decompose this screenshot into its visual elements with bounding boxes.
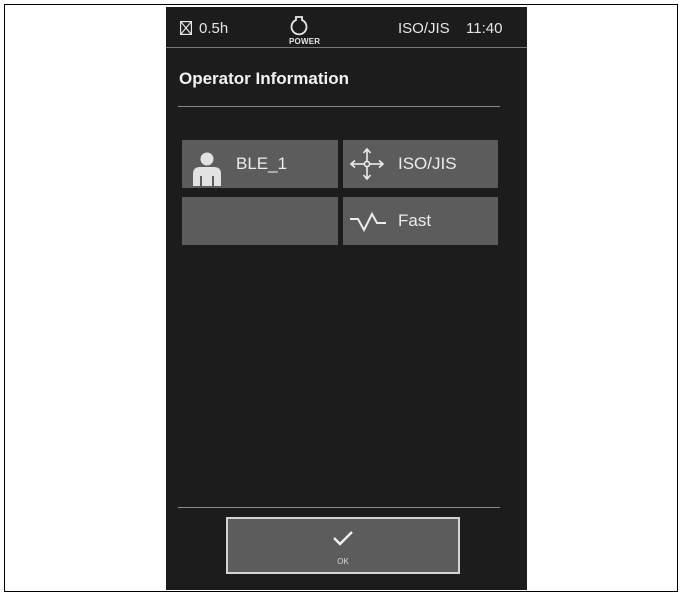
clock: 11:40 — [466, 20, 503, 37]
status-divider — [166, 47, 527, 48]
device-screen: 0.5h POWER ISO/JIS 11:40 Operator Inform… — [166, 7, 527, 590]
operator-label: BLE_1 — [236, 154, 288, 173]
response-tile[interactable]: Fast — [343, 197, 498, 245]
checkmark-icon — [333, 531, 353, 546]
status-bar: 0.5h POWER ISO/JIS 11:40 — [166, 7, 527, 47]
operator-tile[interactable]: BLE_1 — [182, 140, 338, 188]
response-label: Fast — [398, 211, 432, 230]
ok-button[interactable]: OK — [226, 517, 460, 574]
pattern-mode: ISO/JIS — [398, 20, 450, 37]
power-icon — [290, 16, 308, 36]
hourglass-icon — [180, 21, 192, 35]
power-label: POWER — [289, 37, 321, 46]
hour-meter: 0.5h — [199, 20, 229, 37]
four-way-arrows-icon — [349, 147, 385, 181]
page-title: Operator Information — [179, 69, 350, 88]
title-divider — [178, 106, 500, 107]
ok-label: OK — [337, 557, 349, 566]
person-icon — [193, 152, 221, 186]
signal-wave-icon — [350, 211, 386, 233]
empty-tile[interactable] — [182, 197, 338, 245]
pattern-label: ISO/JIS — [398, 154, 457, 173]
footer-divider — [178, 507, 500, 508]
pattern-tile[interactable]: ISO/JIS — [343, 140, 498, 188]
